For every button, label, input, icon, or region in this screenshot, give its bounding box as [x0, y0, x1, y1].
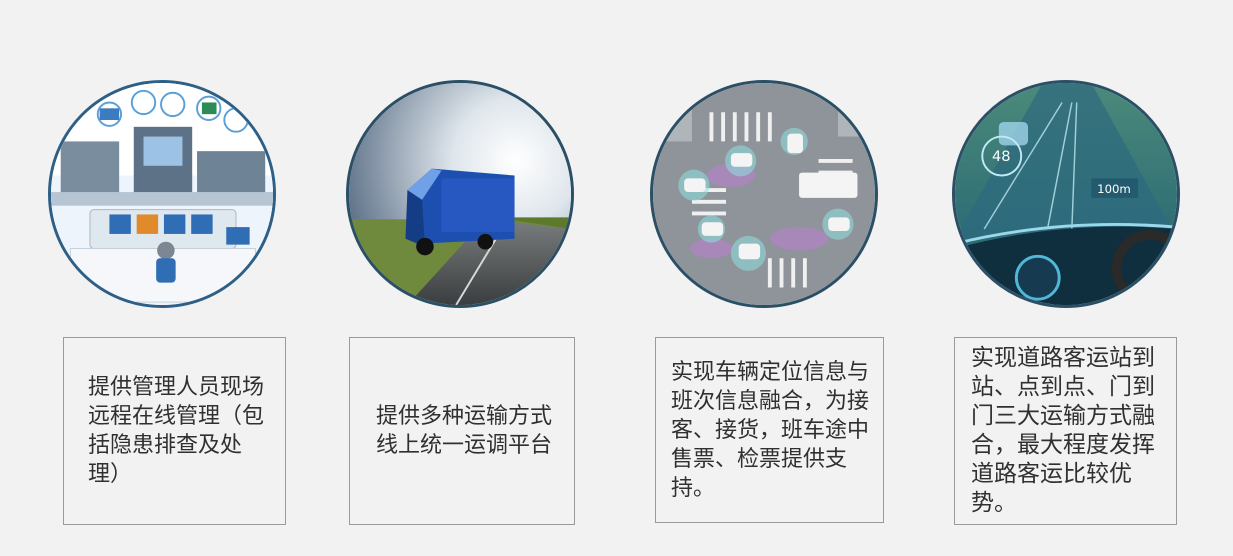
hud-speed: 48 [992, 148, 1011, 165]
caption-box-vehicle-positioning: 实现车辆定位信息与班次信息融合，为接客、接货，班车途中售票、检票提供支持。 [655, 337, 884, 523]
truck-highway-image [346, 80, 574, 308]
caption-text: 实现道路客运站到站、点到点、门到门三大运输方式融合，最大程度发挥道路客运比较优势… [971, 345, 1155, 516]
caption-box-remote-management: 提供管理人员现场远程在线管理（包括隐患排查及处理） [63, 337, 286, 525]
truck-photo [349, 83, 571, 305]
control-room-image [48, 80, 276, 308]
caption-box-transport-platform: 提供多种运输方式线上统一运调平台 [349, 337, 575, 525]
caption-text: 提供多种运输方式线上统一运调平台 [376, 404, 553, 458]
control-room-illustration [51, 83, 273, 305]
hud-distance: 100m [1097, 182, 1131, 196]
intersection-photo [653, 83, 875, 305]
intersection-image [650, 80, 878, 308]
caption-text: 实现车辆定位信息与班次信息融合，为接客、接货，班车途中售票、检票提供支持。 [671, 359, 870, 501]
caption-text: 提供管理人员现场远程在线管理（包括隐患排查及处理） [88, 375, 265, 487]
car-hud-photo: 48 100m [955, 83, 1177, 305]
car-hud-image: 48 100m [952, 80, 1180, 308]
caption-box-passenger-station: 实现道路客运站到站、点到点、门到门三大运输方式融合，最大程度发挥道路客运比较优势… [954, 337, 1177, 525]
